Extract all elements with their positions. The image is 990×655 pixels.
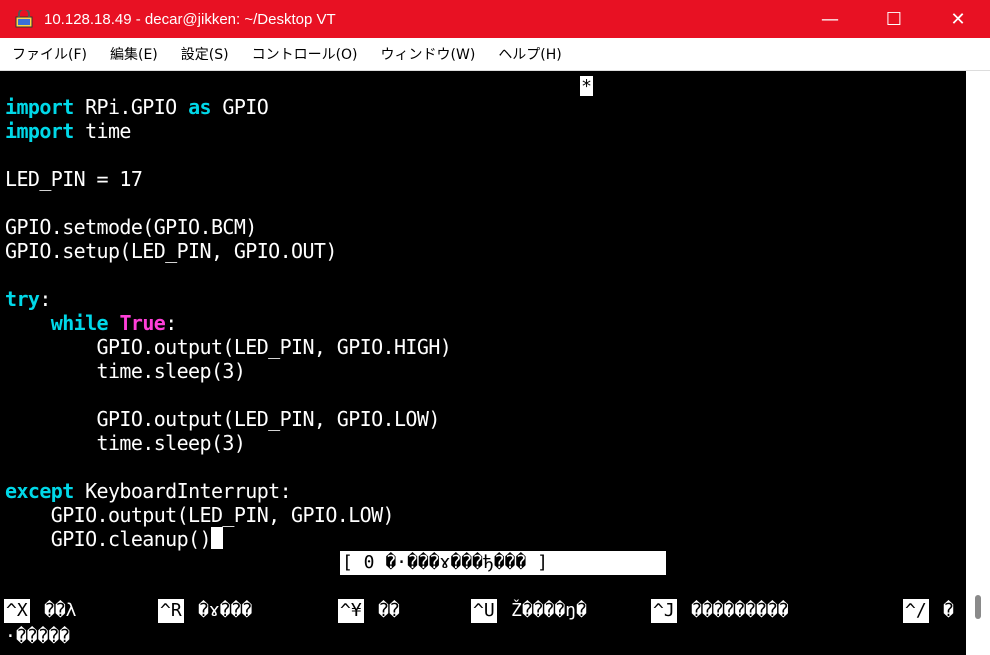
help-line-2: ·����� xyxy=(5,626,71,647)
shortcut-key-replace: ^¥ xyxy=(338,599,364,623)
title-bar: 10.128.18.49 - decar@jikken: ~/Desktop V… xyxy=(0,0,990,38)
code-line-12: time.sleep(3) xyxy=(5,359,246,383)
shortcut-key-uncut: ^U xyxy=(471,599,497,623)
text-cursor xyxy=(210,527,223,549)
teraterm-icon[interactable] xyxy=(14,9,34,29)
shortcut-key-goto: ^/ xyxy=(903,599,929,623)
scrollbar-thumb[interactable] xyxy=(975,595,981,619)
shortcut-key-justify: ^J xyxy=(651,599,677,623)
shortcut-label-read: �ɤ��� xyxy=(198,600,253,621)
keyword: as xyxy=(188,95,211,119)
menu-edit[interactable]: 編集(E) xyxy=(98,44,169,64)
keyword: import xyxy=(5,119,74,143)
code-text: : xyxy=(39,287,51,311)
shortcut-key-exit: ^X xyxy=(4,599,30,623)
code-line-17: except KeyboardInterrupt: xyxy=(5,479,292,503)
code-line-6: GPIO.setmode(GPIO.BCM) xyxy=(5,215,257,239)
keyword: while xyxy=(50,311,109,335)
status-message: [ 0 �·���ɤ���ђ��� ] xyxy=(340,551,666,575)
keyword: except xyxy=(5,479,74,503)
maximize-button[interactable]: ☐ xyxy=(862,0,926,38)
menu-file[interactable]: ファイル(F) xyxy=(0,44,98,64)
code-text: GPIO.cleanup() xyxy=(5,527,212,551)
code-line-14: GPIO.output(LED_PIN, GPIO.LOW) xyxy=(5,407,441,431)
shortcut-label-exit: ��λ xyxy=(44,600,77,621)
modified-flag: * xyxy=(580,76,593,97)
menu-bar: ファイル(F) 編集(E) 設定(S) コントロール(O) ウィンドウ(W) ヘ… xyxy=(0,38,990,71)
maximize-icon: ☐ xyxy=(885,8,903,30)
code-line-9: try: xyxy=(5,287,51,311)
minimize-icon: — xyxy=(821,8,839,30)
shortcut-label-goto: � xyxy=(943,600,954,621)
code-text: : xyxy=(165,311,177,335)
code-line-10: while True: xyxy=(5,311,178,335)
menu-setup[interactable]: 設定(S) xyxy=(169,44,240,64)
shortcut-label-uncut: Ž����ŋ� xyxy=(511,600,587,621)
keyword-constant: True xyxy=(119,311,166,335)
minimize-button[interactable]: — xyxy=(798,0,862,38)
shortcut-label-replace: �� xyxy=(378,600,400,621)
code-text: GPIO xyxy=(210,95,269,119)
code-line-7: GPIO.setup(LED_PIN, GPIO.OUT) xyxy=(5,239,337,263)
code-text: time xyxy=(73,119,131,143)
close-button[interactable]: ✕ xyxy=(926,0,990,38)
vertical-scrollbar[interactable] xyxy=(966,71,990,655)
code-line-15: time.sleep(3) xyxy=(5,431,246,455)
keyword: import xyxy=(5,95,74,119)
menu-help[interactable]: ヘルプ(H) xyxy=(486,44,572,64)
code-line-18: GPIO.output(LED_PIN, GPIO.LOW) xyxy=(5,503,395,527)
shortcut-label-justify: ��������� xyxy=(691,600,789,621)
code-line-19: GPIO.cleanup() xyxy=(5,527,223,551)
code-line-4: LED_PIN = 17 xyxy=(5,167,143,191)
shortcut-key-read: ^R xyxy=(158,599,184,623)
terminal-left-edge xyxy=(0,71,4,655)
menu-window[interactable]: ウィンドウ(W) xyxy=(369,44,487,64)
menu-control[interactable]: コントロール(O) xyxy=(240,44,369,64)
code-line-11: GPIO.output(LED_PIN, GPIO.HIGH) xyxy=(5,335,452,359)
window-title: 10.128.18.49 - decar@jikken: ~/Desktop V… xyxy=(44,10,336,28)
close-icon: ✕ xyxy=(950,8,966,30)
keyword: try xyxy=(5,287,40,311)
code-text: RPi.GPIO xyxy=(73,95,189,119)
code-text: KeyboardInterrupt: xyxy=(73,479,292,503)
code-line-1: import RPi.GPIO as GPIO xyxy=(5,95,269,119)
code-line-2: import time xyxy=(5,119,131,143)
